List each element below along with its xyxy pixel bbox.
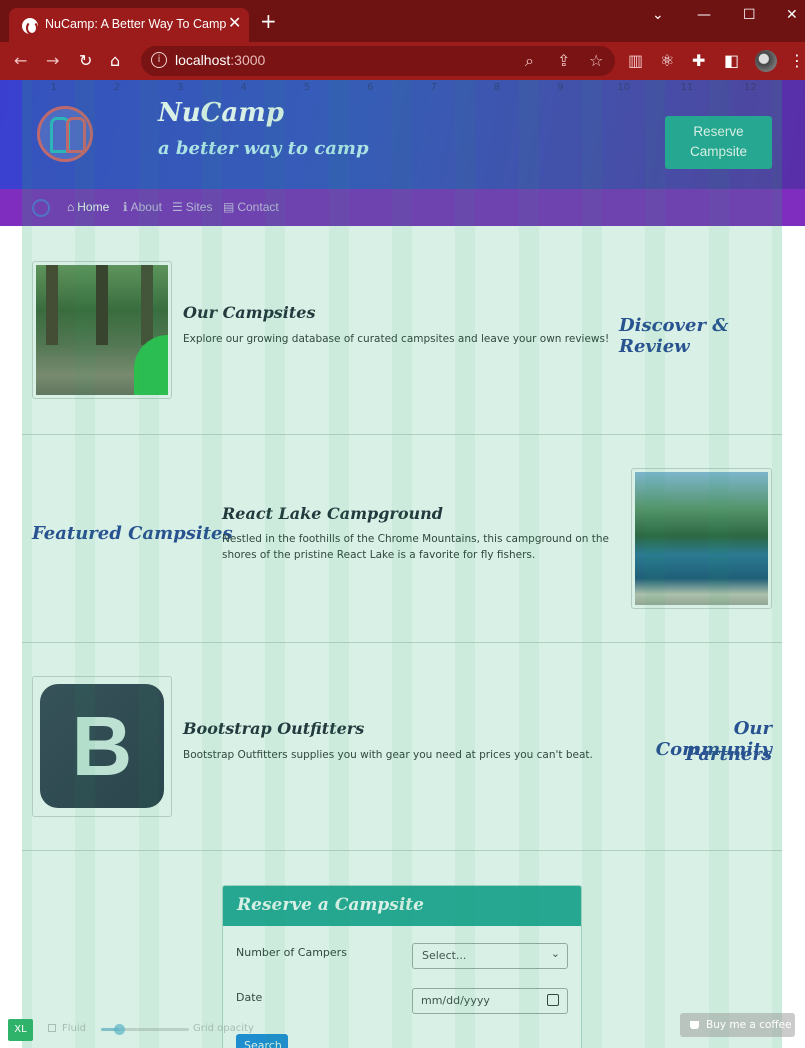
campers-select-value: Select... bbox=[422, 949, 467, 962]
section-text-outfitters: Bootstrap Outfitters supplies you with g… bbox=[183, 749, 593, 761]
address-card-icon: ▤ bbox=[223, 200, 235, 214]
url-text: localhost:3000 bbox=[175, 52, 266, 68]
brand-title: NuCamp bbox=[158, 98, 284, 128]
home-icon: ⌂ bbox=[67, 200, 75, 214]
fluid-label: Fluid bbox=[62, 1023, 86, 1034]
chevron-down-icon: ⌄ bbox=[550, 947, 560, 960]
bookmark-star-icon[interactable]: ☆ bbox=[589, 51, 603, 71]
grid-opacity-slider[interactable] bbox=[101, 1024, 189, 1035]
reserve-button-label-line2: Campsite bbox=[689, 144, 748, 159]
address-bar[interactable]: i localhost:3000 ⌕ ⇪ ☆ bbox=[141, 46, 615, 76]
calendar-icon[interactable] bbox=[547, 994, 559, 1006]
nav-label: About bbox=[130, 200, 162, 214]
react-devtools-icon[interactable]: ⚛ bbox=[660, 51, 674, 71]
section-divider bbox=[22, 642, 782, 643]
nav-item-about[interactable]: ℹ About bbox=[123, 200, 162, 214]
slider-knob[interactable] bbox=[113, 1024, 125, 1035]
bootstrap-letter: B bbox=[40, 684, 164, 808]
nav-item-home[interactable]: ⌂ Home bbox=[67, 200, 109, 214]
date-label: Date bbox=[236, 991, 263, 1004]
reserve-button-label-line1: Reserve bbox=[693, 124, 744, 139]
new-tab-button[interactable]: + bbox=[260, 11, 277, 31]
section-title-react-lake: React Lake Campground bbox=[222, 504, 443, 523]
minimize-button[interactable]: — bbox=[697, 7, 711, 23]
zoom-icon[interactable]: ⌕ bbox=[525, 51, 534, 71]
section-title-outfitters: Bootstrap Outfitters bbox=[183, 719, 365, 738]
profile-avatar[interactable] bbox=[755, 50, 777, 72]
fluid-checkbox[interactable] bbox=[48, 1024, 56, 1032]
react-favicon-icon bbox=[22, 18, 38, 35]
grid-opacity-label: Grid opacity bbox=[193, 1023, 254, 1034]
browser-toolbar: ← → ↻ ⌂ i localhost:3000 ⌕ ⇪ ☆ ▥ ⚛ ✚ ◧ ⋮ bbox=[0, 42, 805, 80]
jumbotron-header: NuCamp a better way to camp Reserve Camp… bbox=[0, 80, 805, 189]
maximize-button[interactable]: ☐ bbox=[743, 7, 756, 23]
search-button[interactable]: Search bbox=[236, 1034, 288, 1048]
close-window-button[interactable]: ✕ bbox=[786, 7, 798, 23]
nav-label: Sites bbox=[185, 200, 213, 214]
reserve-campsite-button[interactable]: Reserve Campsite bbox=[665, 116, 772, 169]
forward-arrow-icon[interactable]: → bbox=[46, 51, 59, 71]
extension-grid-icon[interactable]: ▥ bbox=[628, 51, 643, 71]
section-divider bbox=[22, 434, 782, 435]
tab-close-icon[interactable]: ✕ bbox=[228, 13, 241, 32]
reserve-card-title: Reserve a Campsite bbox=[223, 886, 581, 926]
browser-tab-strip: NuCamp: A Better Way To Camp ✕ + ⌄ — ☐ ✕ bbox=[0, 0, 805, 42]
menu-kebab-icon[interactable]: ⋮ bbox=[789, 51, 805, 71]
bootstrap-logo-image: B bbox=[32, 676, 172, 817]
nav-item-sites[interactable]: ☰ Sites bbox=[172, 200, 212, 214]
reload-icon[interactable]: ↻ bbox=[79, 51, 92, 71]
browser-tab[interactable]: NuCamp: A Better Way To Camp ✕ bbox=[9, 8, 249, 42]
coffee-label: Buy me a coffee bbox=[706, 1019, 792, 1031]
main-navbar: ⌂ Home ℹ About ☰ Sites ▤ Contact bbox=[0, 189, 805, 226]
page-viewport: NuCamp a better way to camp Reserve Camp… bbox=[0, 80, 805, 1048]
breakpoint-badge[interactable]: XL bbox=[8, 1019, 33, 1041]
nucamp-logo bbox=[37, 106, 93, 162]
home-page-icon[interactable]: ⌂ bbox=[110, 51, 120, 71]
tab-title: NuCamp: A Better Way To Camp bbox=[45, 17, 227, 31]
section-title-campsites: Our Campsites bbox=[183, 303, 316, 322]
campsite-image bbox=[32, 261, 172, 399]
share-icon[interactable]: ⇪ bbox=[557, 51, 570, 71]
nav-label: Contact bbox=[237, 200, 279, 214]
fluid-toggle[interactable]: Fluid bbox=[48, 1023, 86, 1034]
tab-search-dropdown-icon[interactable]: ⌄ bbox=[652, 7, 664, 23]
extensions-puzzle-icon[interactable]: ✚ bbox=[692, 51, 705, 71]
coffee-cup-icon bbox=[690, 1021, 699, 1029]
list-icon: ☰ bbox=[172, 200, 183, 214]
info-icon: ℹ bbox=[123, 200, 128, 214]
navbar-logo[interactable] bbox=[32, 199, 50, 217]
brand-tagline: a better way to camp bbox=[158, 138, 369, 159]
heading-discover-review: Discover & Review bbox=[619, 315, 729, 357]
site-info-icon[interactable]: i bbox=[151, 52, 167, 68]
buy-me-a-coffee-button[interactable]: Buy me a coffee bbox=[680, 1013, 795, 1037]
campers-select[interactable]: Select... ⌄ bbox=[412, 943, 568, 969]
section-divider bbox=[22, 850, 782, 851]
react-lake-image bbox=[631, 468, 772, 609]
back-arrow-icon[interactable]: ← bbox=[14, 51, 27, 71]
side-panel-icon[interactable]: ◧ bbox=[724, 51, 739, 71]
section-text-react-lake-line2: shores of the pristine React Lake is a f… bbox=[222, 549, 536, 561]
section-text-campsites: Explore our growing database of curated … bbox=[183, 333, 610, 345]
section-text-react-lake-line1: Nestled in the foothills of the Chrome M… bbox=[222, 533, 609, 545]
nav-item-contact[interactable]: ▤ Contact bbox=[223, 200, 279, 214]
campers-label: Number of Campers bbox=[236, 946, 347, 959]
heading-featured-campsites: Featured Campsites bbox=[32, 523, 233, 544]
nav-label: Home bbox=[77, 200, 110, 214]
date-input[interactable]: mm/dd/yyyy bbox=[412, 988, 568, 1014]
heading-community-partners-line2: Partners bbox=[685, 744, 772, 765]
reserve-campsite-card: Reserve a Campsite Number of Campers Sel… bbox=[222, 885, 582, 1048]
date-placeholder: mm/dd/yyyy bbox=[421, 994, 490, 1007]
